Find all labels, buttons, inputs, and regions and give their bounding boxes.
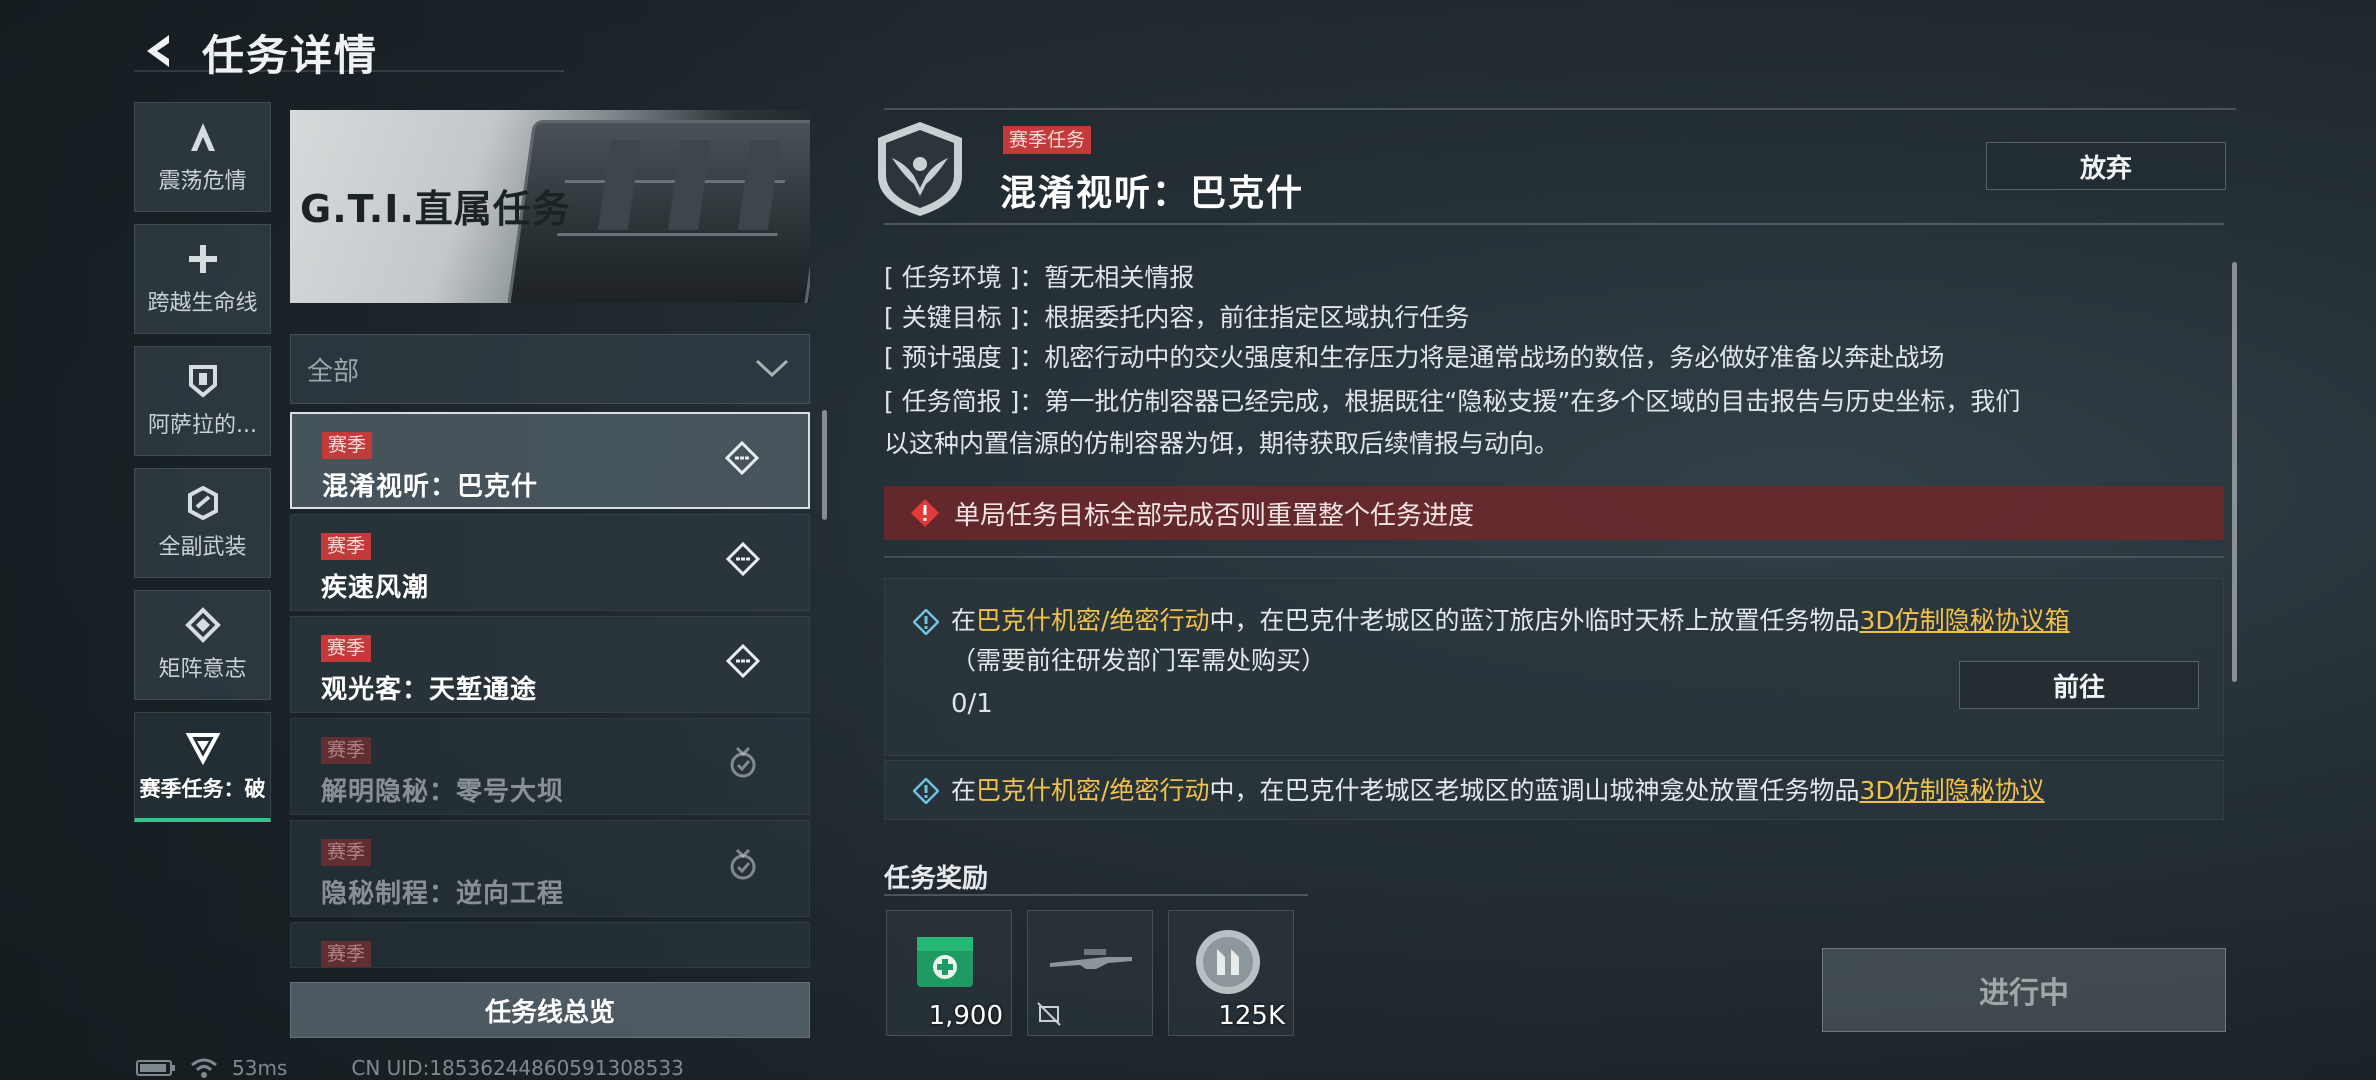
status-bar: 53ms CN UID:18536244860591308533 (136, 1056, 684, 1080)
task-item[interactable]: 赛季 观光客：天堑通途 (290, 616, 810, 713)
shield-icon (188, 365, 217, 398)
objective-diamond-icon (913, 609, 939, 635)
back-button[interactable] (134, 26, 184, 76)
task-item[interactable]: 赛季 解明隐秘：零号大坝 (290, 718, 810, 815)
triangle-icon (185, 732, 220, 765)
mission-title: 混淆视听：巴克什 (1000, 173, 1305, 214)
season-tag: 赛季 (321, 737, 372, 764)
item-link[interactable]: 3D仿制隐秘协议 (1859, 776, 2044, 805)
objective-card: 在巴克什机密/绝密行动中，在巴克什老城区老城区的蓝调山城神龛处放置任务物品3D仿… (884, 760, 2224, 820)
rewards-divider (884, 894, 1308, 896)
objective-description: 在巴克什机密/绝密行动中，在巴克什老城区老城区的蓝调山城神龛处放置任务物品3D仿… (951, 776, 2045, 805)
reward-item[interactable] (1027, 910, 1153, 1036)
info-environment: [ 任务环境 ]：暂无相关情报 (884, 263, 1195, 292)
in-progress-icon (725, 643, 761, 679)
cross-icon (188, 245, 217, 273)
eagle-emblem-icon (878, 122, 962, 216)
task-name: 观光客：天堑通途 (321, 675, 538, 705)
season-task-tag: 赛季任务 (1003, 126, 1092, 154)
nav-item-asala[interactable]: 阿萨拉的... (134, 346, 271, 456)
info-briefing-cont: 以这种内置信源的仿制容器为饵，期待获取后续情报与动向。 (884, 429, 1560, 458)
task-name: 疾速风潮 (321, 573, 430, 603)
warning-banner: 单局任务目标全部完成否则重置整个任务进度 (884, 486, 2224, 540)
nav-item-tremor[interactable]: 震荡危情 (134, 102, 271, 212)
task-item[interactable]: 赛季 隐秘制程：逆向工程 (290, 820, 810, 917)
objective-progress: 0/1 (951, 689, 993, 719)
tripod-icon (190, 123, 215, 151)
filter-value: 全部 (307, 356, 360, 387)
warning-text: 单局任务目标全部完成否则重置整个任务进度 (954, 500, 1475, 531)
reward-amount: 125K (1218, 1001, 1285, 1031)
detail-scrollbar[interactable] (2232, 262, 2237, 682)
reward-item[interactable]: 1,900 (886, 910, 1012, 1036)
nav-item-season[interactable]: 赛季任务：破 (134, 712, 271, 822)
rifle-icon (1050, 949, 1132, 969)
in-progress-icon (725, 541, 761, 577)
info-briefing: [ 任务简报 ]：第一批仿制容器已经完成，根据既往“隐秘支援”在多个区域的目击报… (884, 387, 2021, 416)
reward-amount: 1,900 (928, 1001, 1003, 1031)
nav-item-matrix[interactable]: 矩阵意志 (134, 590, 271, 700)
latency-text: 53ms (232, 1056, 288, 1080)
nav-item-armed[interactable]: 全副武装 (134, 468, 271, 578)
task-item[interactable]: 赛季 疾速风潮 (290, 514, 810, 611)
nav-label: 震荡危情 (158, 169, 247, 194)
completed-medal-icon (730, 848, 756, 880)
no-trade-icon (1037, 1002, 1061, 1026)
reward-item[interactable]: 125K (1168, 910, 1294, 1036)
info-intensity: [ 预计强度 ]：机密行动中的交火强度和生存压力将是通常战场的数倍，务必做好准备… (884, 343, 1945, 372)
nav-label: 矩阵意志 (158, 657, 247, 682)
task-filter-dropdown[interactable]: 全部 (290, 334, 810, 404)
objective-description: 在巴克什机密/绝密行动中，在巴克什老城区的蓝汀旅店外临时天桥上放置任务物品3D仿… (951, 606, 2070, 675)
in-progress-icon (724, 440, 760, 476)
nav-label: 赛季任务：破 (139, 776, 266, 801)
task-name: 解明隐秘：零号大坝 (321, 777, 565, 807)
nav-label: 跨越生命线 (147, 291, 258, 316)
task-item[interactable]: 赛季 混淆视听：巴克什 (290, 412, 810, 509)
wifi-icon (191, 1058, 217, 1078)
season-tag: 赛季 (321, 533, 372, 560)
nav-label: 阿萨拉的... (148, 413, 257, 438)
task-name: 混淆视听：巴克什 (322, 472, 539, 502)
season-tag: 赛季 (321, 635, 372, 662)
season-tag: 赛季 (321, 839, 372, 866)
title-divider (884, 223, 2224, 225)
nav-label: 全副武装 (158, 535, 247, 560)
season-tag: 赛季 (322, 432, 373, 459)
battery-icon (136, 1060, 175, 1076)
item-link[interactable]: 3D仿制隐秘协议箱 (1859, 606, 2069, 635)
nav-item-lifeline[interactable]: 跨越生命线 (134, 224, 271, 334)
abandon-button[interactable]: 放弃 (1986, 142, 2226, 190)
page-title: 任务详情 (202, 31, 379, 80)
objectives-divider (884, 556, 2224, 558)
season-tag: 赛季 (321, 941, 372, 967)
coin-icon (1196, 930, 1260, 994)
completed-medal-icon (730, 746, 756, 778)
objective-diamond-icon (913, 778, 939, 804)
go-button[interactable]: 前往 (1959, 661, 2199, 709)
task-list-scrollbar[interactable] (822, 410, 827, 520)
diamond-icon (184, 607, 221, 643)
task-name: 隐秘制程：逆向工程 (321, 879, 565, 909)
header-divider (134, 70, 564, 72)
back-arrow-icon (147, 35, 169, 67)
objective-card: 在巴克什机密/绝密行动中，在巴克什老城区的蓝汀旅店外临时天桥上放置任务物品3D仿… (884, 578, 2224, 756)
task-item[interactable]: 赛季 (290, 922, 810, 968)
uid-text: CN UID:18536244860591308533 (351, 1056, 684, 1080)
medkit-icon (917, 937, 973, 987)
info-key-objective: [ 关键目标 ]：根据委托内容，前往指定区域执行任务 (884, 303, 1470, 332)
rewards-title: 任务奖励 (884, 864, 989, 894)
task-line-overview-button[interactable]: 任务线总览 (290, 982, 810, 1038)
in-progress-status-button: 进行中 (1822, 948, 2226, 1032)
warning-icon (911, 499, 939, 527)
hexagon-icon (187, 485, 218, 521)
banner-title: G.T.I.直属任务 (300, 187, 571, 231)
chevron-down-icon (755, 359, 789, 378)
detail-top-divider (884, 108, 2236, 110)
